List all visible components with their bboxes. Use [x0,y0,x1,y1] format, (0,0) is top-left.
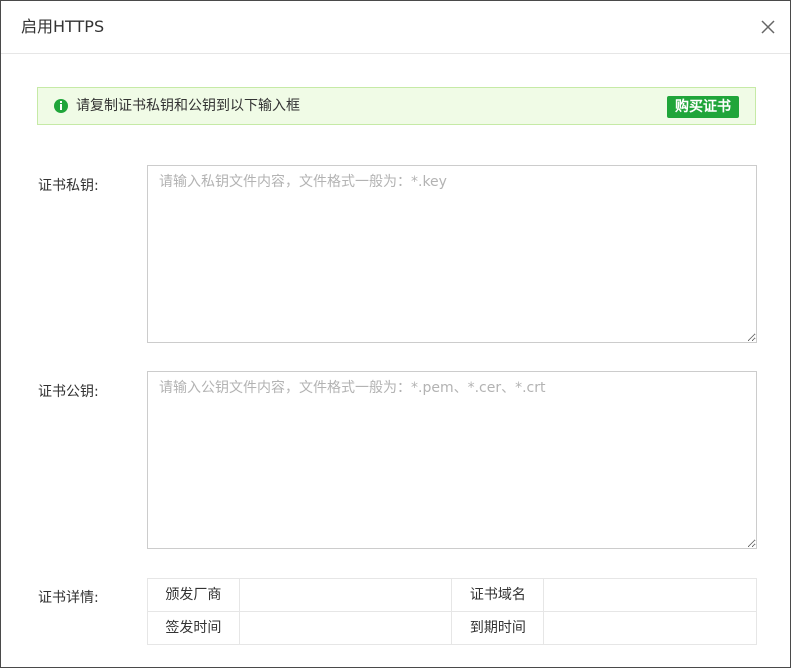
issuer-label: 颁发厂商 [147,578,240,612]
close-button[interactable] [758,17,778,37]
private-key-label: 证书私钥: [38,178,99,194]
public-key-label: 证书公钥: [38,384,99,400]
https-dialog: 启用HTTPS 请复制证书私钥和公钥到以下输入框 购买证书 证书私钥: 证书公钥… [0,0,791,668]
notice-banner: 请复制证书私钥和公钥到以下输入框 购买证书 [37,87,756,125]
table-row: 签发时间 到期时间 [147,611,757,645]
domain-value [543,578,757,612]
buy-certificate-button[interactable]: 购买证书 [667,96,739,118]
dialog-title: 启用HTTPS [21,17,105,36]
domain-label: 证书域名 [451,578,545,612]
issued-time-label: 签发时间 [147,611,240,645]
info-icon [54,99,68,113]
issuer-value [238,578,453,612]
issued-time-value [238,611,453,645]
table-row: 颁发厂商 证书域名 [147,578,757,612]
dialog-header: 启用HTTPS [1,1,790,54]
public-key-textarea[interactable] [147,371,757,549]
private-key-textarea[interactable] [147,165,757,343]
close-icon [761,20,775,34]
expiry-time-label: 到期时间 [451,611,545,645]
expiry-time-value [543,611,757,645]
certificate-details-table: 颁发厂商 证书域名 签发时间 到期时间 [147,578,757,645]
details-label: 证书详情: [38,590,99,606]
notice-text: 请复制证书私钥和公钥到以下输入框 [76,98,300,114]
